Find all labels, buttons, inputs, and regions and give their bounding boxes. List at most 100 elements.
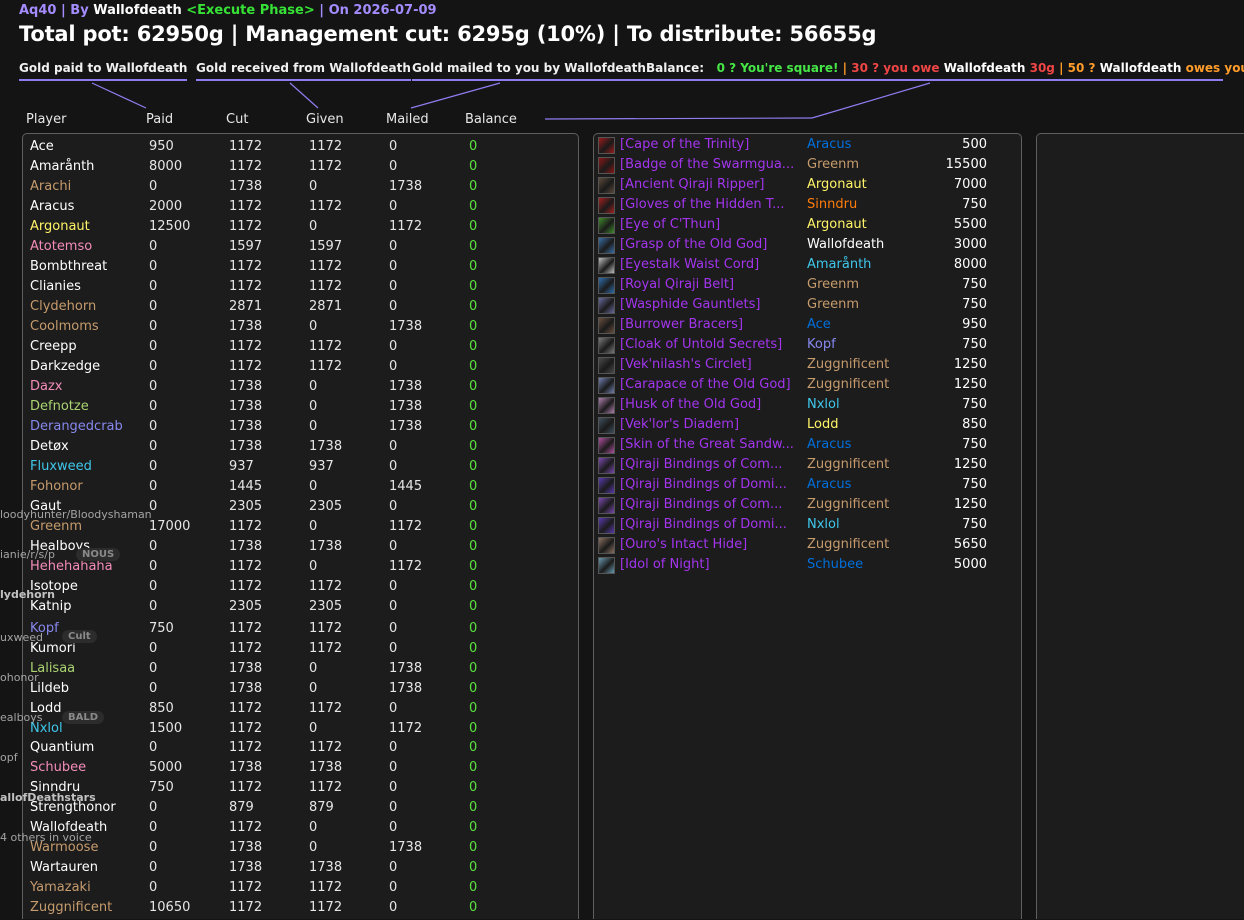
player-row[interactable]: Wallofdeath 0 1172 0 0 0 xyxy=(23,820,578,840)
item-link[interactable]: [Carapace of the Old God] xyxy=(620,377,805,392)
loot-row[interactable]: [Qiraji Bindings of Domi... Nxlol 750 xyxy=(594,517,1021,537)
player-balance: 0 xyxy=(469,539,478,554)
item-link[interactable]: [Husk of the Old God] xyxy=(620,397,805,412)
player-row[interactable]: Lodd 850 1172 1172 0 0 xyxy=(23,701,578,721)
item-link[interactable]: [Royal Qiraji Belt] xyxy=(620,277,805,292)
player-row[interactable]: Wartauren 0 1738 1738 0 0 xyxy=(23,860,578,880)
player-given: 879 xyxy=(309,800,334,815)
player-row[interactable]: Quantium 0 1172 1172 0 0 xyxy=(23,740,578,760)
loot-row[interactable]: [Gloves of the Hidden T... Sinndru 750 xyxy=(594,197,1021,217)
player-row[interactable]: Strengthonor 0 879 879 0 0 xyxy=(23,800,578,820)
loot-row[interactable]: [Eye of C'Thun] Argonaut 5500 xyxy=(594,217,1021,237)
loot-row[interactable]: [Carapace of the Old God] Zuggnificent 125… xyxy=(594,377,1021,397)
player-balance: 0 xyxy=(469,139,478,154)
item-link[interactable]: [Qiraji Bindings of Domi... xyxy=(620,517,805,532)
item-link[interactable]: [Gloves of the Hidden T... xyxy=(620,197,805,212)
loot-row[interactable]: [Eyestalk Waist Cord] Amarånth 8000 xyxy=(594,257,1021,277)
player-row[interactable]: Schubee 5000 1738 1738 0 0 xyxy=(23,760,578,780)
player-row[interactable]: Katnip 0 2305 2305 0 0 xyxy=(23,599,578,619)
player-row[interactable]: Coolmoms 0 1738 0 1738 0 xyxy=(23,319,578,339)
item-link[interactable]: [Vek'nilash's Circlet] xyxy=(620,357,805,372)
loot-row[interactable]: [Qiraji Bindings of Domi... Aracus 750 xyxy=(594,477,1021,497)
loot-row[interactable]: [Royal Qiraji Belt] Greenm 750 xyxy=(594,277,1021,297)
loot-row[interactable]: [Vek'nilash's Circlet] Zuggnificent 1250 xyxy=(594,357,1021,377)
item-link[interactable]: [Eyestalk Waist Cord] xyxy=(620,257,805,272)
player-mailed: 0 xyxy=(389,499,398,514)
loot-row[interactable]: [Skin of the Great Sandw... Aracus 750 xyxy=(594,437,1021,457)
player-row[interactable]: Kopf 750 1172 1172 0 0 xyxy=(23,621,578,641)
player-row[interactable]: Lalisaa 0 1738 0 1738 0 xyxy=(23,661,578,681)
item-value: 15500 xyxy=(945,157,987,172)
col-paid: Paid xyxy=(146,112,174,127)
player-row[interactable]: Ace 950 1172 1172 0 0 xyxy=(23,139,578,159)
item-link[interactable]: [Cloak of Untold Secrets] xyxy=(620,337,805,352)
players-panel[interactable]: Ace 950 1172 1172 0 0 Amarånth 8000 1172 1172 0 0 Ar… xyxy=(22,133,579,919)
player-row[interactable]: Isotope 0 1172 1172 0 0 xyxy=(23,579,578,599)
player-mailed: 0 xyxy=(389,239,398,254)
player-row[interactable]: Nxlol 1500 1172 0 1172 0 xyxy=(23,721,578,741)
player-row[interactable]: Aracus 2000 1172 1172 0 0 xyxy=(23,199,578,219)
player-row[interactable]: Zuggnificent 10650 1172 1172 0 0 xyxy=(23,900,578,920)
player-row[interactable]: Dazx 0 1738 0 1738 0 xyxy=(23,379,578,399)
player-cut: 1738 xyxy=(229,399,263,414)
loot-row[interactable]: [Idol of Night] Schubee 5000 xyxy=(594,557,1021,577)
item-link[interactable]: [Grasp of the Old God] xyxy=(620,237,805,252)
item-link[interactable]: [Badge of the Swarmgua... xyxy=(620,157,805,172)
player-balance: 0 xyxy=(469,579,478,594)
player-row[interactable]: Defnotze 0 1738 0 1738 0 xyxy=(23,399,578,419)
player-row[interactable]: Clianies 0 1172 1172 0 0 xyxy=(23,279,578,299)
player-balance: 0 xyxy=(469,800,478,815)
item-link[interactable]: [Burrower Bracers] xyxy=(620,317,805,332)
player-balance: 0 xyxy=(469,621,478,636)
player-row[interactable]: Lildeb 0 1738 0 1738 0 xyxy=(23,681,578,701)
player-row[interactable]: Yamazaki 0 1172 1172 0 0 xyxy=(23,880,578,900)
player-row[interactable]: Derangedcrab 0 1738 0 1738 0 xyxy=(23,419,578,439)
item-link[interactable]: [Qiraji Bindings of Com... xyxy=(620,497,805,512)
item-link[interactable]: [Skin of the Great Sandw... xyxy=(620,437,805,452)
player-name: Coolmoms xyxy=(30,319,99,334)
player-row[interactable]: Hehehahaha 0 1172 0 1172 0 xyxy=(23,559,578,579)
player-name: Aracus xyxy=(30,199,75,214)
player-row[interactable]: Detøx 0 1738 1738 0 0 xyxy=(23,439,578,459)
player-row[interactable]: Amarånth 8000 1172 1172 0 0 xyxy=(23,159,578,179)
item-link[interactable]: [Vek'lor's Diadem] xyxy=(620,417,805,432)
voice-user: opf xyxy=(0,751,18,764)
player-row[interactable]: Fohonor 0 1445 0 1445 0 xyxy=(23,479,578,499)
item-link[interactable]: [Wasphide Gauntlets] xyxy=(620,297,805,312)
player-row[interactable]: Darkzedge 0 1172 1172 0 0 xyxy=(23,359,578,379)
player-row[interactable]: Creepp 0 1172 1172 0 0 xyxy=(23,339,578,359)
loot-row[interactable]: [Vek'lor's Diadem] Lodd 850 xyxy=(594,417,1021,437)
player-row[interactable]: Arachi 0 1738 0 1738 0 xyxy=(23,179,578,199)
loot-row[interactable]: [Qiraji Bindings of Com... Zuggnificent 12… xyxy=(594,497,1021,517)
loot-row[interactable]: [Grasp of the Old God] Wallofdeath 3000 xyxy=(594,237,1021,257)
loot-panel[interactable]: [Cape of the Trinity] Aracus 500 [Badge of … xyxy=(593,133,1022,919)
player-row[interactable]: Atotemso 0 1597 1597 0 0 xyxy=(23,239,578,259)
player-row[interactable]: Fluxweed 0 937 937 0 0 xyxy=(23,459,578,479)
player-mailed: 0 xyxy=(389,820,398,835)
loot-row[interactable]: [Ouro's Intact Hide] Zuggnificent 5650 xyxy=(594,537,1021,557)
player-given: 2871 xyxy=(309,299,343,314)
loot-row[interactable]: [Cape of the Trinity] Aracus 500 xyxy=(594,137,1021,157)
player-given: 0 xyxy=(309,820,318,835)
loot-row[interactable]: [Wasphide Gauntlets] Greenm 750 xyxy=(594,297,1021,317)
loot-row[interactable]: [Burrower Bracers] Ace 950 xyxy=(594,317,1021,337)
loot-row[interactable]: [Badge of the Swarmgua... Greenm 15500 xyxy=(594,157,1021,177)
player-row[interactable]: Bombthreat 0 1172 1172 0 0 xyxy=(23,259,578,279)
item-link[interactable]: [Qiraji Bindings of Com... xyxy=(620,457,805,472)
player-row[interactable]: Clydehorn 0 2871 2871 0 0 xyxy=(23,299,578,319)
item-link[interactable]: [Qiraji Bindings of Domi... xyxy=(620,477,805,492)
player-row[interactable]: Argonaut 12500 1172 0 1172 0 xyxy=(23,219,578,239)
player-row[interactable]: Greenm 17000 1172 0 1172 0 xyxy=(23,519,578,539)
item-link[interactable]: [Eye of C'Thun] xyxy=(620,217,805,232)
loot-row[interactable]: [Husk of the Old God] Nxlol 750 xyxy=(594,397,1021,417)
item-link[interactable]: [Ancient Qiraji Ripper] xyxy=(620,177,805,192)
player-row[interactable]: Kumori 0 1172 1172 0 0 xyxy=(23,641,578,661)
loot-row[interactable]: [Qiraji Bindings of Com... Zuggnificent 12… xyxy=(594,457,1021,477)
player-row[interactable]: Warmoose 0 1738 0 1738 0 xyxy=(23,840,578,860)
item-link[interactable]: [Cape of the Trinity] xyxy=(620,137,805,152)
loot-row[interactable]: [Cloak of Untold Secrets] Kopf 750 xyxy=(594,337,1021,357)
item-link[interactable]: [Idol of Night] xyxy=(620,557,805,572)
loot-row[interactable]: [Ancient Qiraji Ripper] Argonaut 7000 xyxy=(594,177,1021,197)
item-link[interactable]: [Ouro's Intact Hide] xyxy=(620,537,805,552)
player-row[interactable]: Sinndru 750 1172 1172 0 0 xyxy=(23,780,578,800)
